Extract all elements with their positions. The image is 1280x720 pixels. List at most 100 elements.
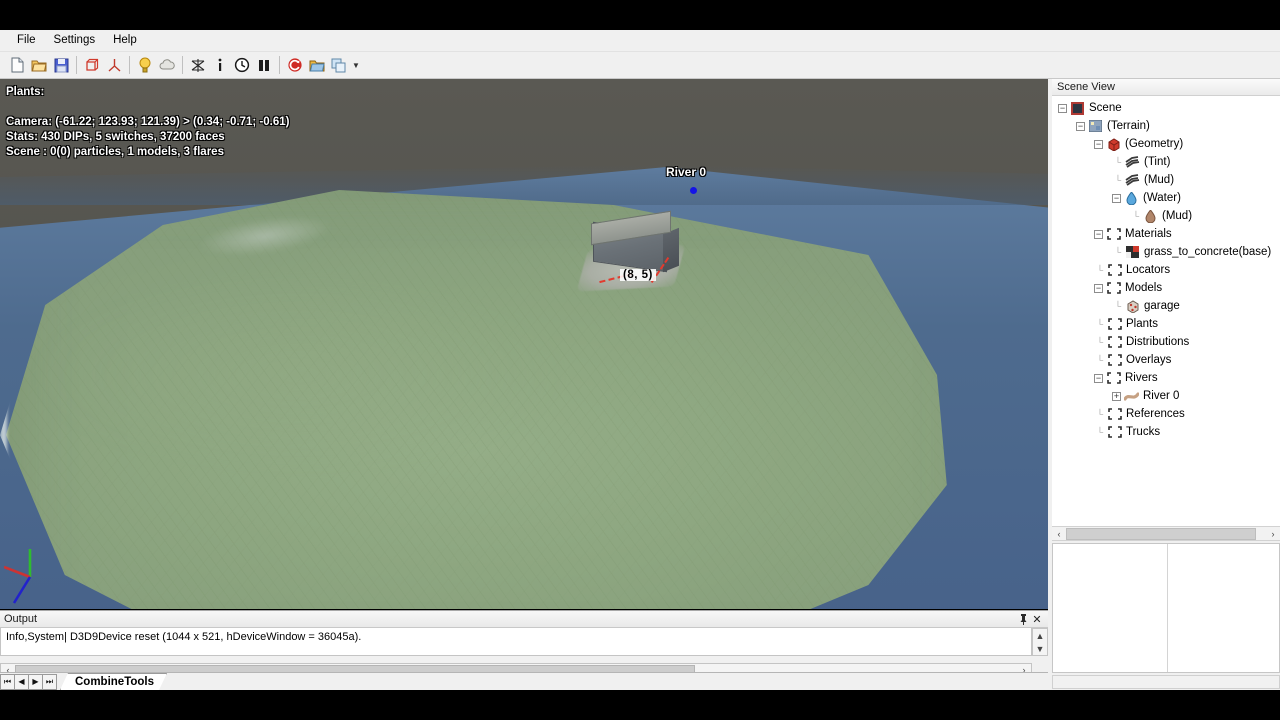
tree-node[interactable]: − Models: [1052, 279, 1280, 297]
toolbar-overflow-icon[interactable]: ▼: [350, 54, 362, 76]
tree-collapse-toggle[interactable]: −: [1058, 103, 1067, 113]
tab-combinetools[interactable]: CombineTools: [60, 673, 167, 690]
tree-node[interactable]: └ Locators: [1052, 261, 1280, 279]
menu-item-help[interactable]: Help: [104, 32, 146, 50]
tree-collapse-toggle[interactable]: −: [1076, 121, 1085, 131]
tree-node-label: Trucks: [1126, 426, 1161, 438]
3d-viewport[interactable]: (8, 5) River 0 Plants: Camera: (-61.22; …: [0, 79, 1048, 609]
terrain-icon: [1087, 119, 1104, 134]
material-swatch-icon: [1124, 245, 1141, 260]
tree-scroll-right-icon[interactable]: ›: [1266, 528, 1280, 540]
hud-spacer: [6, 100, 290, 115]
sheet-tab-strip: ⏮ ◀ ▶ ⏭ CombineTools: [0, 672, 1048, 690]
tree-node[interactable]: − (Geometry): [1052, 135, 1280, 153]
tree-node[interactable]: └ grass_to_concrete(base): [1052, 243, 1280, 261]
tree-node[interactable]: − Materials: [1052, 225, 1280, 243]
properties-panel[interactable]: [1052, 543, 1280, 673]
pivot-axis-icon[interactable]: [103, 54, 125, 76]
model-cube-icon: [1124, 299, 1141, 314]
tree-expand-toggle[interactable]: +: [1112, 391, 1121, 401]
tree-branch-line: └: [1096, 337, 1104, 347]
folder-dashed-icon: [1106, 407, 1123, 422]
wireframe-icon[interactable]: [187, 54, 209, 76]
tab-prev-button[interactable]: ◀: [14, 673, 29, 690]
letterbox-top: [0, 0, 1280, 30]
scene-tree[interactable]: − Scene − (Terrain) − (Geometry) └ (Tint) └ (Mud)…: [1052, 96, 1280, 526]
tree-collapse-toggle[interactable]: −: [1094, 373, 1103, 383]
tree-collapse-toggle[interactable]: −: [1094, 283, 1103, 293]
tree-node-label: (Tint): [1144, 156, 1171, 168]
folder-dashed-icon: [1106, 425, 1123, 440]
pause-icon[interactable]: [253, 54, 275, 76]
copy-icon[interactable]: [328, 54, 350, 76]
tree-collapse-toggle[interactable]: −: [1094, 229, 1103, 239]
tree-scroll-left-icon[interactable]: ‹: [1052, 528, 1066, 540]
scene-view-panel: Scene View − Scene − (Terrain) − (Geometry) └(…: [1052, 79, 1280, 690]
model-side-wall: [663, 227, 679, 273]
menu-bar: File Settings Help: [0, 30, 1280, 52]
pin-icon[interactable]: [1016, 612, 1030, 626]
tree-node[interactable]: └ Distributions: [1052, 333, 1280, 351]
tree-node[interactable]: − (Water): [1052, 189, 1280, 207]
tree-node[interactable]: − Rivers: [1052, 369, 1280, 387]
tree-branch-line: └: [1096, 427, 1104, 437]
river-node-marker[interactable]: [690, 187, 697, 194]
output-log-area[interactable]: Info,System| D3D9Device reset (1044 x 52…: [0, 628, 1032, 656]
tree-node[interactable]: + River 0: [1052, 387, 1280, 405]
tree-node-label: (Geometry): [1125, 138, 1184, 150]
menu-item-file[interactable]: File: [8, 32, 45, 50]
axis-gizmo: [3, 545, 60, 605]
tree-node[interactable]: └ Overlays: [1052, 351, 1280, 369]
tree-node[interactable]: └ References: [1052, 405, 1280, 423]
tree-hscroll-thumb[interactable]: [1066, 527, 1256, 540]
tree-node-label: Plants: [1126, 318, 1158, 330]
tree-node[interactable]: └ Trucks: [1052, 423, 1280, 441]
save-disk-icon[interactable]: [50, 54, 72, 76]
properties-footer: [1052, 675, 1280, 689]
garage-model[interactable]: (8, 5): [575, 209, 695, 294]
output-vertical-scrollbar[interactable]: ▲ ▼: [1032, 628, 1048, 656]
output-title-bar: Output ✕: [0, 611, 1048, 628]
tree-node[interactable]: └ Plants: [1052, 315, 1280, 333]
tree-horizontal-scrollbar[interactable]: ‹ ›: [1052, 526, 1280, 541]
cloud-icon[interactable]: [156, 54, 178, 76]
scroll-down-icon[interactable]: ▼: [1033, 643, 1047, 655]
tree-node-label: garage: [1144, 300, 1180, 312]
scroll-up-icon[interactable]: ▲: [1033, 630, 1047, 642]
tree-branch-line: └: [1114, 247, 1122, 257]
toolbar-separator: [279, 56, 280, 74]
tree-branch-line: └: [1114, 175, 1122, 185]
tree-node-label: (Water): [1143, 192, 1181, 204]
open-scene-icon[interactable]: [306, 54, 328, 76]
tree-node[interactable]: └ garage: [1052, 297, 1280, 315]
tab-next-button[interactable]: ▶: [28, 673, 43, 690]
tree-node[interactable]: └ (Mud): [1052, 207, 1280, 225]
tree-node[interactable]: − Scene: [1052, 99, 1280, 117]
folder-dashed-icon: [1105, 227, 1122, 242]
scene-icon: [1069, 101, 1086, 116]
menu-item-settings[interactable]: Settings: [45, 32, 105, 50]
clock-icon[interactable]: [231, 54, 253, 76]
info-icon[interactable]: [209, 54, 231, 76]
properties-value-column: [1168, 544, 1279, 672]
tree-node-label: Distributions: [1126, 336, 1190, 348]
bounding-box-icon[interactable]: [81, 54, 103, 76]
tree-node-label: Rivers: [1125, 372, 1158, 384]
output-panel-title: Output: [4, 613, 38, 625]
light-bulb-icon[interactable]: [134, 54, 156, 76]
hud-plants-label: Plants:: [6, 86, 45, 98]
tab-first-button[interactable]: ⏮: [0, 673, 15, 690]
reload-icon[interactable]: [284, 54, 306, 76]
tree-node[interactable]: − (Terrain): [1052, 117, 1280, 135]
tree-branch-line: └: [1096, 319, 1104, 329]
tab-last-button[interactable]: ⏭: [42, 673, 57, 690]
new-document-icon[interactable]: [6, 54, 28, 76]
open-folder-icon[interactable]: [28, 54, 50, 76]
close-icon[interactable]: ✕: [1030, 612, 1044, 626]
tree-collapse-toggle[interactable]: −: [1094, 139, 1103, 149]
tree-node[interactable]: └ (Mud): [1052, 171, 1280, 189]
tree-collapse-toggle[interactable]: −: [1112, 193, 1121, 203]
tree-node[interactable]: └ (Tint): [1052, 153, 1280, 171]
application-window: File Settings Help ▼ (8, 5) River 0 Plan…: [0, 0, 1280, 720]
tree-node-label: Materials: [1125, 228, 1172, 240]
